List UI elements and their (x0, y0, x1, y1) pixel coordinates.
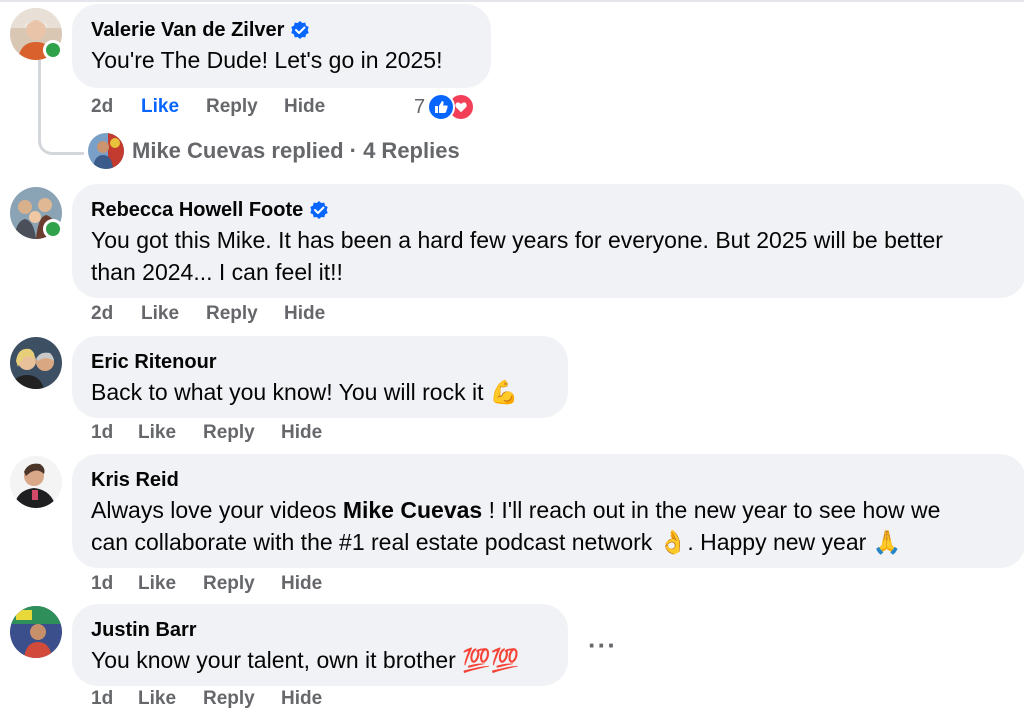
like-reaction-icon (427, 93, 456, 121)
more-options-icon[interactable]: ··· (588, 630, 617, 661)
avatar[interactable] (10, 456, 62, 508)
comment-author[interactable]: Eric Ritenour (91, 348, 217, 376)
comment-bubble: Rebecca Howell Foote You got this Mike. … (72, 184, 1024, 298)
comment-bubble: Justin Barr You know your talent, own it… (72, 604, 568, 686)
comment-timestamp[interactable]: 1d (91, 422, 138, 444)
comment-timestamp[interactable]: 2d (91, 303, 141, 325)
comment-actions: 2d Like Reply Hide (91, 303, 325, 325)
like-button[interactable]: Like (138, 422, 203, 444)
mention-link[interactable]: Mike Cuevas (343, 497, 482, 523)
avatar[interactable] (10, 337, 62, 389)
comment-actions: 1d Like Reply Hide (91, 688, 322, 710)
comment-bubble: Eric Ritenour Back to what you know! You… (72, 336, 568, 418)
reaction-count: 7 (414, 95, 426, 118)
comment-actions: 2d Like Reply Hide (91, 96, 325, 118)
comment-bubble: Valerie Van de Zilver You're The Dude! L… (72, 4, 491, 88)
comment-bubble: Kris Reid Always love your videos Mike C… (72, 454, 1024, 568)
comment-author[interactable]: Valerie Van de Zilver (91, 16, 284, 44)
comment-text: You're The Dude! Let's go in 2025! (91, 47, 443, 73)
comment-text-part: Always love your videos (91, 497, 343, 523)
comment-timestamp[interactable]: 1d (91, 573, 138, 595)
reply-button[interactable]: Reply (206, 96, 284, 118)
ok-hand-emoji: 👌 (658, 530, 688, 556)
avatar[interactable] (10, 606, 62, 658)
view-replies-link[interactable]: Mike Cuevas replied · 4 Replies (88, 133, 460, 169)
avatar (88, 133, 124, 169)
reply-button[interactable]: Reply (203, 688, 281, 710)
verified-badge-icon (291, 21, 310, 39)
comment-text-part: can collaborate with the #1 real estate … (91, 529, 653, 555)
comment-text-line-1: You got this Mike. It has been a hard fe… (91, 227, 943, 253)
replies-summary-text: Mike Cuevas replied · 4 Replies (132, 138, 460, 163)
reply-button[interactable]: Reply (206, 303, 284, 325)
like-button[interactable]: Like (138, 573, 203, 595)
comment-text-part: . Happy new year (687, 529, 867, 555)
comment-text: You know your talent, own it brother (91, 647, 456, 673)
comment-timestamp[interactable]: 2d (91, 96, 141, 118)
comment-actions: 1d Like Reply Hide (91, 573, 322, 595)
hundred-points-emoji: 💯💯 (462, 648, 520, 674)
comment-text-part: ! I'll reach out in the new year to see … (482, 497, 941, 523)
flexed-biceps-emoji: 💪 (489, 380, 519, 406)
online-status-icon (43, 40, 63, 60)
top-divider (0, 0, 1024, 2)
comment-author[interactable]: Rebecca Howell Foote (91, 196, 303, 224)
reply-button[interactable]: Reply (203, 422, 281, 444)
online-status-icon (43, 219, 63, 239)
reply-button[interactable]: Reply (203, 573, 281, 595)
comment-text: Back to what you know! You will rock it (91, 379, 484, 405)
comment-timestamp[interactable]: 1d (91, 688, 138, 710)
like-button[interactable]: Like (138, 688, 203, 710)
folded-hands-emoji: 🙏 (872, 530, 902, 556)
hide-button[interactable]: Hide (281, 422, 322, 444)
hide-button[interactable]: Hide (284, 96, 325, 118)
like-button[interactable]: Like (141, 96, 206, 118)
hide-button[interactable]: Hide (281, 573, 322, 595)
comment-actions: 1d Like Reply Hide (91, 422, 322, 444)
hide-button[interactable]: Hide (281, 688, 322, 710)
comment-author[interactable]: Justin Barr (91, 616, 197, 644)
comment-text-line-2: than 2024... I can feel it!! (91, 259, 343, 285)
like-button[interactable]: Like (141, 303, 206, 325)
reaction-summary[interactable]: 7 (414, 93, 476, 121)
verified-badge-icon (310, 201, 328, 219)
comment-author[interactable]: Kris Reid (91, 466, 179, 494)
hide-button[interactable]: Hide (284, 303, 325, 325)
